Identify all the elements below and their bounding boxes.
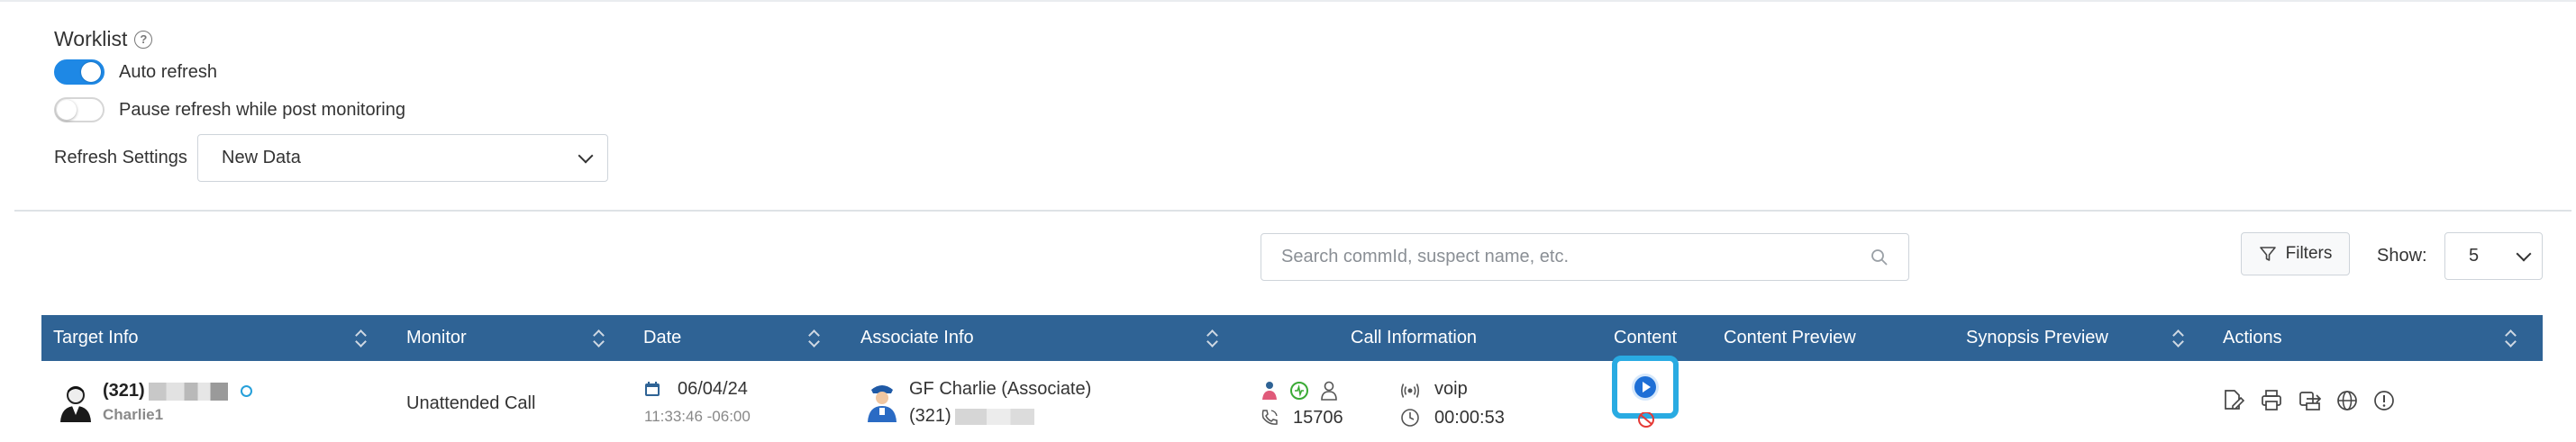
play-content-button[interactable] [1612,356,1679,419]
call-id: 15706 [1293,408,1343,428]
agent-icon [1262,382,1277,400]
phone-in-call-icon [1261,410,1278,425]
call-duration: 00:00:53 [1434,408,1505,428]
target-number: (321) [103,381,145,401]
top-border [0,0,2576,2]
sort-icon[interactable] [355,328,368,349]
refresh-settings-label: Refresh Settings [54,148,187,167]
column-associate-info[interactable]: Associate Info [860,315,974,361]
refresh-settings-value: New Data [222,148,301,167]
pause-refresh-row: Pause refresh while post monitoring [54,97,405,122]
column-target-info[interactable]: Target Info [53,315,139,361]
page-title: Worklist [54,27,128,50]
filters-button[interactable]: Filters [2241,232,2350,275]
clock-icon [1401,409,1419,427]
sort-icon[interactable] [808,328,821,349]
redacted-number [148,382,228,401]
column-synopsis-preview[interactable]: Synopsis Preview [1966,315,2108,361]
filters-label: Filters [2285,244,2333,263]
recording-icon [1290,382,1308,400]
transfer-icon[interactable] [2298,389,2323,412]
section-divider [14,210,2571,212]
question-circle-icon[interactable]: ? [134,30,153,49]
pause-refresh-toggle[interactable] [54,97,105,122]
filter-icon [2259,247,2276,261]
column-date[interactable]: Date [643,315,681,361]
call-date: 06/04/24 [678,379,748,399]
pause-refresh-label: Pause refresh while post monitoring [119,99,405,120]
redacted-number [954,408,1034,425]
call-type: voip [1434,379,1468,399]
no-transcript-icon [1638,412,1654,428]
edit-document-icon[interactable] [2221,389,2244,412]
info-alert-icon[interactable] [2372,389,2396,412]
broadcast-icon [1400,383,1420,398]
status-dot-icon [240,385,252,397]
search-input[interactable]: Search commId, suspect name, etc. [1261,233,1909,281]
auto-refresh-toggle[interactable] [54,59,105,85]
column-actions[interactable]: Actions [2223,315,2282,361]
associate-name: GF Charlie (Associate) [909,379,1092,399]
column-call-information: Call Information [1351,328,1478,347]
column-content-preview: Content Preview [1724,328,1856,347]
search-icon [1871,248,1888,266]
monitor-status: Unattended Call [406,393,536,413]
refresh-settings-select[interactable]: New Data [197,134,608,182]
user-outline-icon [1321,381,1337,401]
globe-icon[interactable] [2335,389,2359,412]
auto-refresh-label: Auto refresh [119,61,217,82]
auto-refresh-row: Auto refresh [54,59,217,85]
worklist-title: Worklist ? [54,27,153,51]
call-time: 11:33:46 -06:00 [644,408,751,425]
page-size-select[interactable]: 5 [2444,232,2543,280]
sort-icon[interactable] [2172,328,2185,349]
sort-icon[interactable] [1206,328,1219,349]
chevron-down-icon [578,148,594,163]
calendar-icon [645,382,660,396]
sort-icon[interactable] [2505,328,2517,349]
sort-icon[interactable] [593,328,605,349]
column-monitor[interactable]: Monitor [406,315,467,361]
search-placeholder: Search commId, suspect name, etc. [1281,247,1570,266]
play-icon [1634,376,1656,398]
person-avatar-icon [60,386,91,422]
associate-number: (321) [909,406,951,426]
target-name: Charlie1 [103,406,164,423]
column-content: Content [1614,328,1678,347]
chevron-down-icon [2516,246,2532,261]
page-size-value: 5 [2469,246,2480,266]
associate-officer-icon [868,385,897,422]
table-header: Target Info Monitor Date Associate Info … [41,315,2543,361]
show-label: Show: [2377,246,2427,266]
print-icon[interactable] [2260,389,2283,412]
table-row[interactable]: (321) Charlie1 Unattended Call 06/04/24 … [41,361,2543,442]
